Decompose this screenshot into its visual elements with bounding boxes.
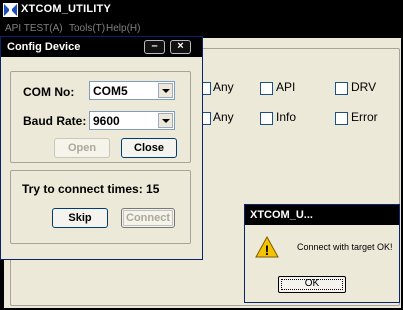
- filter-drv-label: DRV: [351, 80, 377, 94]
- filter-api-checkbox[interactable]: [260, 82, 273, 95]
- filter-any2-label: Any: [213, 110, 234, 124]
- menu-api-test[interactable]: API TEST(A): [5, 23, 63, 34]
- skip-button[interactable]: Skip: [52, 208, 108, 228]
- chevron-down-icon[interactable]: [158, 113, 173, 128]
- warning-icon: !: [255, 236, 279, 258]
- minimize-icon: –: [151, 40, 158, 52]
- filter-any-label: Any: [213, 80, 234, 94]
- filter-error-label: Error: [351, 110, 378, 124]
- menu-help[interactable]: Help(H): [106, 23, 140, 34]
- com-port-value: COM5: [93, 84, 128, 98]
- menu-tools[interactable]: Tools(T): [69, 23, 105, 34]
- com-label: COM No:: [23, 85, 75, 99]
- message-text: Connect with target OK!: [297, 242, 393, 252]
- chevron-down-icon[interactable]: [158, 83, 173, 98]
- focus-ring: [281, 279, 343, 290]
- main-title-bar[interactable]: XTCOM_UTILITY: [0, 0, 403, 21]
- close-icon: ×: [177, 40, 184, 52]
- com-port-select[interactable]: COM5: [89, 81, 175, 100]
- baud-rate-select[interactable]: 9600: [89, 111, 175, 130]
- filter-api-label: API: [276, 80, 296, 94]
- config-dialog-title: Config Device: [7, 41, 81, 53]
- filter-drv-checkbox[interactable]: [335, 82, 348, 95]
- minimize-button[interactable]: –: [144, 40, 165, 54]
- filter-info-label: Info: [276, 110, 297, 124]
- config-title-bar[interactable]: Config Device – ×: [1, 37, 202, 57]
- close-window-button[interactable]: ×: [170, 40, 191, 54]
- app-icon: [3, 3, 18, 17]
- open-button[interactable]: Open: [54, 138, 110, 158]
- baud-label: Baud Rate:: [23, 114, 87, 128]
- main-window-title: XTCOM_UTILITY: [21, 3, 111, 15]
- config-device-dialog: Config Device – × COM No: COM5 Baud Rate…: [0, 36, 203, 260]
- close-button[interactable]: Close: [121, 138, 177, 158]
- message-box-title: XTCOM_U...: [250, 209, 313, 221]
- connect-status-text: Try to connect times: 15: [22, 182, 160, 196]
- warning-glyph: !: [265, 242, 270, 258]
- message-box: XTCOM_U... ! Connect with target OK! OK: [244, 204, 400, 303]
- ok-button[interactable]: OK: [278, 276, 346, 293]
- message-box-title-bar[interactable]: XTCOM_U...: [245, 205, 399, 225]
- filter-info-checkbox[interactable]: [260, 112, 273, 125]
- baud-rate-value: 9600: [93, 114, 120, 128]
- connect-button[interactable]: Connect: [121, 208, 175, 228]
- filter-error-checkbox[interactable]: [335, 112, 348, 125]
